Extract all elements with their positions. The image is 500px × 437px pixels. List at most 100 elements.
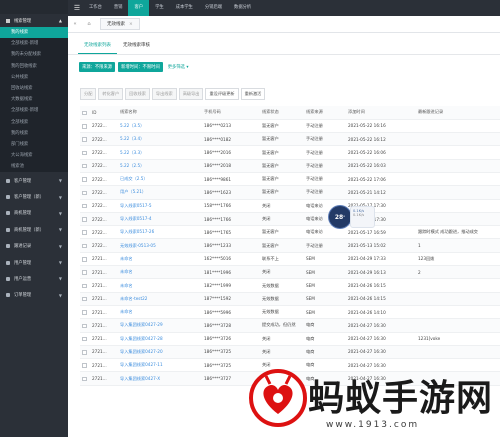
sidebar-group[interactable]: 商机管理（新） ▼ xyxy=(0,222,68,238)
content-subtab[interactable]: 无效线索审核 xyxy=(117,39,156,54)
sidebar-subitem[interactable]: 我的线索 xyxy=(0,27,68,39)
table-row[interactable]: 2721... 未命名 186****5996 无效数据 SEM 2021-04-26 1… xyxy=(80,305,500,320)
sidebar-group[interactable]: 用户管理 ▼ xyxy=(0,254,68,270)
sidebar-subitem[interactable]: 全部线索-新增 xyxy=(0,105,68,117)
sidebar-group-lead-management[interactable]: 线索管理 ▲ xyxy=(0,14,68,27)
table-row[interactable]: 2722... 已成交（2.5） 186****9861 暂无客户 手动注册 2021-0… xyxy=(80,172,500,187)
table-row[interactable]: 2721... 导入集团线索0427-20 186****3725 关闭 电商 2021-… xyxy=(80,345,500,360)
row-checkbox[interactable] xyxy=(82,177,87,182)
lead-name-link[interactable]: 已成交（2.5） xyxy=(120,176,148,181)
row-checkbox[interactable] xyxy=(82,283,87,289)
sidebar-subitem[interactable]: 全部线索 xyxy=(0,116,68,128)
row-checkbox[interactable] xyxy=(82,310,87,315)
row-checkbox[interactable] xyxy=(82,270,87,275)
lead-name-link[interactable]: 用户（5.21） xyxy=(120,189,146,194)
table-row[interactable]: 2721... 导入集团线索0427-29 186****3728 提交成功，但仍然 电… xyxy=(80,318,500,333)
lead-name-link[interactable]: 导入线索0517-4 xyxy=(120,216,152,221)
sidebar-subitem[interactable]: 我的未分配线索 xyxy=(0,49,68,61)
lead-name-link[interactable]: 5.22（3.5） xyxy=(120,123,144,128)
lead-name-link[interactable]: 导入集团线索0427-11 xyxy=(120,362,163,367)
table-row[interactable]: 2722... 5.22（3.3） 186****2016 暂无客户 手动注册 2021-… xyxy=(80,145,500,160)
lead-name-link[interactable]: 未命名 xyxy=(120,283,133,288)
table-row[interactable]: 2721... 未命名 181****1996 关闭 SEM 2021-04-29 16:… xyxy=(80,265,500,280)
row-checkbox[interactable] xyxy=(82,190,87,196)
top-nav-item[interactable]: 分销后端 xyxy=(199,0,228,16)
row-checkbox[interactable] xyxy=(82,323,87,329)
home-icon[interactable]: ⌂ xyxy=(82,21,96,27)
sidebar-group[interactable]: 客户管理 ▼ xyxy=(0,172,68,188)
top-nav-item[interactable]: 营销 xyxy=(108,0,129,16)
content-subtab[interactable]: 无效线索列表 xyxy=(78,39,117,54)
row-checkbox[interactable] xyxy=(82,336,87,342)
table-row[interactable]: 2721... 未命名 182****1999 无效数据 SEM 2021-04-26 1… xyxy=(80,278,500,293)
table-row[interactable]: 2721... 未命名-test22 187****1592 无效数据 SEM 2021-… xyxy=(80,292,500,306)
lead-name-link[interactable]: 导入集团线索0427-28 xyxy=(120,336,163,341)
action-button[interactable]: 回收线索 xyxy=(125,88,150,100)
row-checkbox[interactable] xyxy=(82,124,87,129)
action-button[interactable]: 重设评级更新 xyxy=(205,88,239,100)
filter-chip-source[interactable]: 来源：不限来源 xyxy=(79,62,116,72)
lead-name-link[interactable]: 导入集团线索0427-X xyxy=(120,376,160,381)
tab-invalid-leads[interactable]: 无效线索 × xyxy=(100,18,140,30)
table-row[interactable]: 2722...导入线索0517-5158****1766关闭电话来访2021-0… xyxy=(80,199,500,213)
table-row[interactable]: 2722... 用户（5.21） 186****1623 暂无客户 手动注册 2021-0… xyxy=(80,185,500,200)
action-button[interactable]: 转化客户 xyxy=(98,88,124,100)
row-checkbox[interactable] xyxy=(82,163,87,169)
row-checkbox[interactable] xyxy=(82,150,87,156)
more-filter-link[interactable]: 更多筛选 ▾ xyxy=(168,64,189,70)
table-row[interactable]: 2721... 导入集团线索0427-28 186****3726 关闭 电商 2021-… xyxy=(80,332,500,346)
top-nav-item[interactable]: 工作台 xyxy=(83,0,108,16)
lead-name-link[interactable]: 导入集团线索0427-29 xyxy=(120,322,163,327)
table-row[interactable]: 2721... 未命名 162****5016 联系不上 SEM 2021-04-29 1… xyxy=(80,252,500,267)
row-checkbox[interactable] xyxy=(82,243,87,249)
sidebar-group[interactable]: 跟进记录 ▼ xyxy=(0,238,68,254)
table-header-cell[interactable] xyxy=(80,106,90,120)
top-nav-item[interactable]: 学生 xyxy=(149,0,170,16)
lead-name-link[interactable]: 导入线索0517-26 xyxy=(120,229,154,234)
sidebar-subitem[interactable]: 部门线索 xyxy=(0,138,68,151)
table-row[interactable]: 2722... 导入线索0517-26 186****1765 暂无客户 电话来访 202… xyxy=(80,225,500,240)
menu-toggle-icon[interactable]: ☰ xyxy=(71,4,83,12)
table-row[interactable]: 2722... 无效线索-0513-05 186****1233 暂无客户 手动注册 20… xyxy=(80,238,500,253)
action-button[interactable]: 高级导出 xyxy=(178,88,204,100)
table-row[interactable]: 2722... 5.22（3.4） 186****0182 暂无客户 手动注册 2021-… xyxy=(80,132,500,147)
row-checkbox[interactable] xyxy=(82,257,87,262)
row-checkbox[interactable] xyxy=(82,296,87,302)
sidebar-subitem[interactable]: 大数据线索 xyxy=(0,94,68,106)
lead-name-link[interactable]: 5.22（3.3） xyxy=(120,150,144,155)
close-icon[interactable]: × xyxy=(129,22,133,27)
sidebar-subitem[interactable]: 线索池 xyxy=(0,161,68,173)
row-checkbox[interactable] xyxy=(82,203,87,209)
lead-name-link[interactable]: 未命名 xyxy=(120,309,133,314)
sidebar-subitem[interactable]: 全部线索-新增 xyxy=(0,38,68,50)
lead-name-link[interactable]: 无效线索-0513-05 xyxy=(120,243,156,248)
row-checkbox[interactable] xyxy=(82,230,87,235)
lead-name-link[interactable]: 未命名 xyxy=(120,269,133,274)
action-button[interactable]: 导出线索 xyxy=(151,88,177,100)
top-nav-item[interactable]: 客户 xyxy=(128,0,150,16)
row-checkbox[interactable] xyxy=(82,350,87,355)
table-row[interactable]: 2722... 5.22（2.5） 186****2018 暂无客户 手动注册 2021-… xyxy=(80,159,500,173)
action-button[interactable]: 重新激活 xyxy=(240,88,266,100)
row-checkbox[interactable] xyxy=(82,137,87,142)
sidebar-subitem[interactable]: 公共线索 xyxy=(0,71,68,83)
top-nav-item[interactable]: 成本学生 xyxy=(170,0,199,16)
row-checkbox[interactable] xyxy=(82,376,87,382)
lead-name-link[interactable]: 未命名-test22 xyxy=(120,296,147,301)
row-checkbox[interactable] xyxy=(82,363,87,368)
filter-chip-time[interactable]: 新增时间：不限时间 xyxy=(118,62,163,72)
sidebar-subitem[interactable]: 回收站线索 xyxy=(0,82,68,95)
sidebar-subitem[interactable]: 大公海线索 xyxy=(0,150,68,162)
action-button[interactable]: 分配 xyxy=(80,88,97,100)
sidebar-subitem[interactable]: 我的回收线索 xyxy=(0,60,68,72)
lead-name-link[interactable]: 5.22（2.5） xyxy=(120,163,144,168)
sidebar-group[interactable]: 客户管理（新） ▼ xyxy=(0,189,68,205)
top-nav-item[interactable]: 数据分析 xyxy=(228,0,257,16)
row-checkbox[interactable] xyxy=(82,217,87,222)
sidebar-subitem[interactable]: 我的线索 xyxy=(0,127,68,139)
sidebar-group[interactable]: 用户运营 ▼ xyxy=(0,271,68,287)
table-row[interactable]: 2722... 5.22（3.5） 186****0213 暂无客户 手动注册 2021-… xyxy=(80,119,500,134)
lead-name-link[interactable]: 5.22（3.4） xyxy=(120,136,144,141)
table-row[interactable]: 2722...导入线索0517-4186****1766关闭电话来访2021-0… xyxy=(80,212,500,227)
sidebar-group[interactable]: 订单管理 ▼ xyxy=(0,287,68,303)
